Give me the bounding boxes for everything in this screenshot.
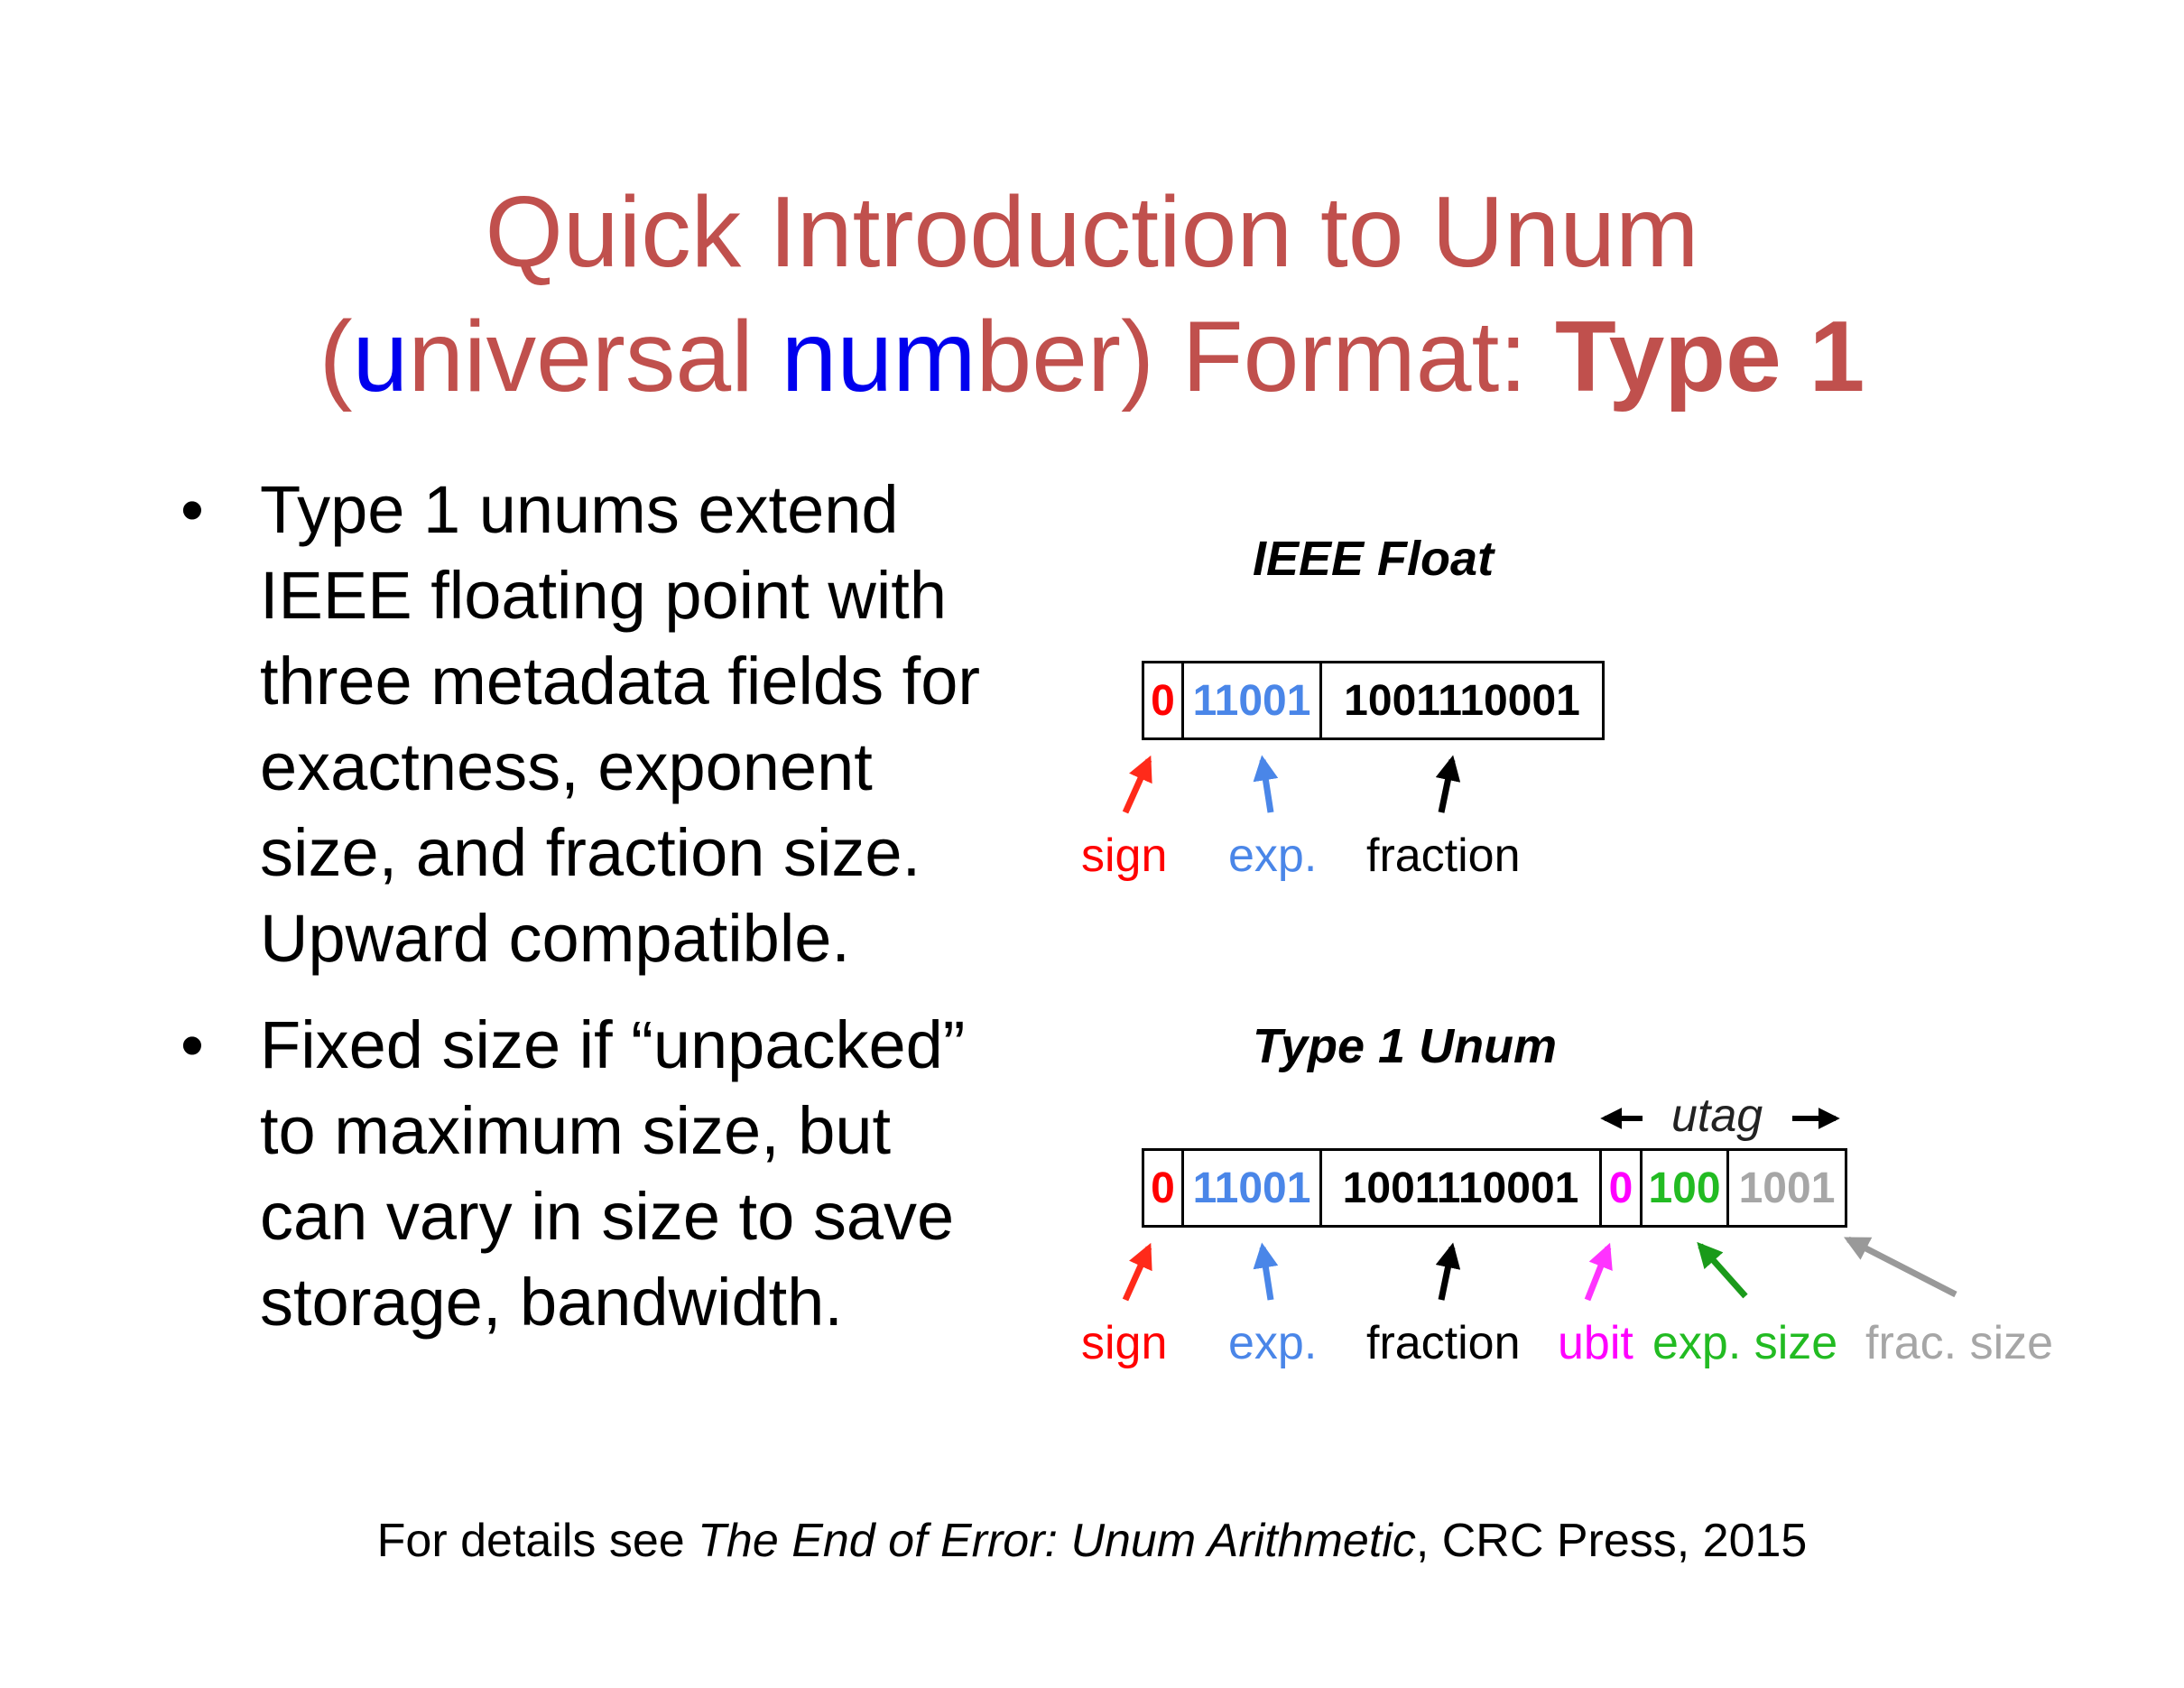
footer-citation: For details see The End of Error: Unum A… [0, 1514, 2184, 1568]
footer-post: , CRC Press, 2015 [1415, 1515, 1808, 1567]
unum-fraction-arrow [1435, 1242, 1461, 1301]
ieee-exp-arrow [1253, 755, 1279, 813]
unum-exp-size-arrow [1697, 1241, 1748, 1299]
ieee-sign-arrow [1122, 755, 1152, 814]
diagram-arrows [1122, 755, 1957, 1302]
unum-exp-arrow [1253, 1242, 1279, 1301]
unum-frac-size-arrow [1844, 1236, 1957, 1298]
unum-ubit-arrow [1584, 1242, 1613, 1302]
ieee-fraction-arrow [1435, 755, 1461, 813]
footer-pre: For details see [376, 1515, 699, 1567]
unum-sign-arrow [1122, 1242, 1152, 1302]
footer-book-title: The End of Error: Unum Arithmetic [698, 1515, 1416, 1567]
